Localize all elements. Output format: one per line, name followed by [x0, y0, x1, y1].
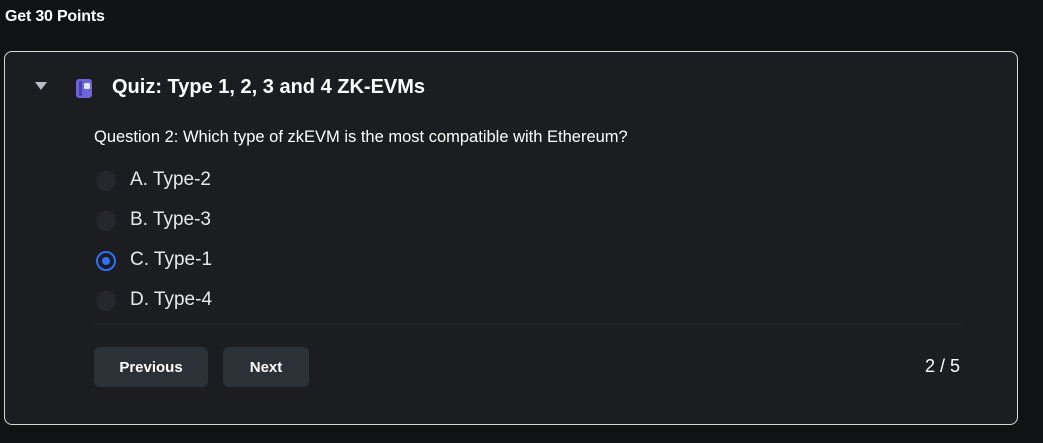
divider: [94, 324, 962, 325]
radio-button-d[interactable]: [96, 291, 116, 311]
radio-button-a[interactable]: [96, 171, 116, 191]
next-button[interactable]: Next: [223, 347, 309, 387]
answer-option-c[interactable]: C. Type-1: [94, 248, 354, 288]
previous-button[interactable]: Previous: [94, 347, 208, 387]
points-heading: Get 30 Points: [5, 8, 105, 25]
question-progress: 2 / 5: [924, 356, 960, 376]
answer-option-label-c: C. Type-1: [130, 249, 213, 270]
answer-options: A. Type-2 B. Type-3 C. Type-1 D. Type-4: [94, 168, 354, 328]
radio-button-c-selected[interactable]: [96, 251, 116, 271]
page: Get 30 Points Quiz: Type 1, 2, 3 and 4 Z…: [0, 0, 1043, 443]
caret-down-icon[interactable]: [34, 81, 48, 91]
answer-option-label-d: D. Type-4: [130, 289, 213, 310]
answer-option-label-a: A. Type-2: [130, 169, 211, 190]
radio-button-b[interactable]: [96, 211, 116, 231]
quiz-title: Quiz: Type 1, 2, 3 and 4 ZK-EVMs: [112, 76, 426, 98]
question-text: Question 2: Which type of zkEVM is the m…: [94, 128, 628, 146]
answer-option-d[interactable]: D. Type-4: [94, 288, 354, 328]
answer-option-label-b: B. Type-3: [130, 209, 211, 230]
answer-option-b[interactable]: B. Type-3: [94, 208, 354, 248]
quiz-card: Quiz: Type 1, 2, 3 and 4 ZK-EVMs Questio…: [4, 51, 1018, 425]
book-icon: [76, 79, 92, 98]
answer-option-a[interactable]: A. Type-2: [94, 168, 354, 208]
